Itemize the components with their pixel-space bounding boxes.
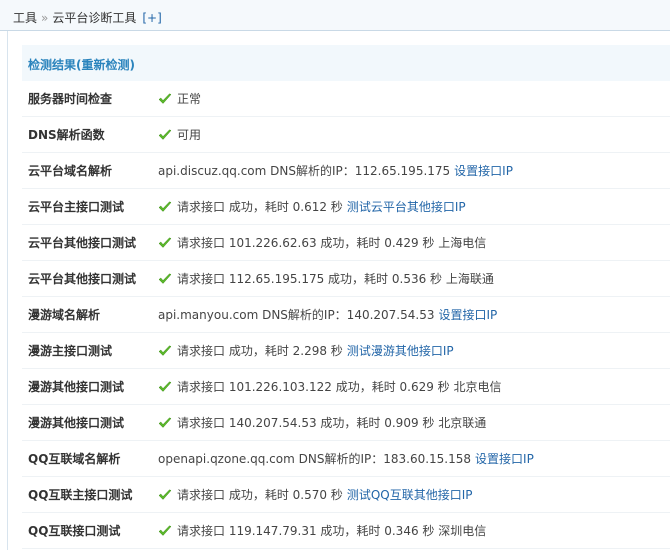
table-row: DNS解析函数 可用 [22,117,670,153]
row-result-text: 正常 [177,92,202,106]
row-label: 漫游主接口测试 [28,344,113,358]
table-row: QQ互联域名解析 openapi.qzone.qq.com DNS解析的IP：18… [22,441,670,477]
table-row: 云平台其他接口测试 请求接口 101.226.62.63 成功，耗时 0.429 … [22,225,670,261]
row-label: 服务器时间检查 [28,92,113,106]
check-icon [158,128,172,141]
check-icon [158,524,172,537]
row-label: QQ互联接口测试 [28,524,121,538]
table-row: 云平台其他接口测试 请求接口 112.65.195.175 成功，耗时 0.536… [22,261,670,297]
row-value: 请求接口 101.226.62.63 成功，耗时 0.429 秒 上海电信 [152,234,486,251]
row-label: 漫游域名解析 [28,308,101,322]
check-icon [158,488,172,501]
row-result-text: 请求接口 112.65.195.175 成功，耗时 0.536 秒 上海联通 [177,272,494,286]
breadcrumb-separator: » [41,11,49,25]
check-icon [158,92,172,105]
row-action-link[interactable]: 设置接口IP [454,162,513,179]
panel-title[interactable]: 检测结果(重新检测) [22,45,670,81]
row-result-text: 请求接口 成功，耗时 0.570 秒 [177,488,343,502]
check-icon [158,344,172,357]
row-action-link[interactable]: 测试漫游其他接口IP [347,342,454,359]
row-value: api.manyou.com DNS解析的IP：140.207.54.53 设置接… [152,306,497,323]
row-value: 请求接口 112.65.195.175 成功，耗时 0.536 秒 上海联通 [152,270,494,287]
row-value: 请求接口 140.207.54.53 成功，耗时 0.909 秒 北京联通 [152,414,486,431]
row-label: 漫游其他接口测试 [28,416,125,430]
table-row: 漫游其他接口测试 请求接口 101.226.103.122 成功，耗时 0.629… [22,369,670,405]
row-value: openapi.qzone.qq.com DNS解析的IP：183.60.15.… [152,450,534,467]
row-value: api.discuz.qq.com DNS解析的IP：112.65.195.17… [152,162,513,179]
results-panel: 检测结果(重新检测) 服务器时间检查 正常 DNS解析函数 可用云平台域名解析 api.… [22,45,670,549]
row-result-text: 可用 [177,128,202,142]
check-icon [158,272,172,285]
row-value: 请求接口 成功，耗时 0.570 秒测试QQ互联其他接口IP [152,486,472,503]
breadcrumb-root[interactable]: 工具 [13,11,37,25]
row-value: 请求接口 119.147.79.31 成功，耗时 0.346 秒 深圳电信 [152,522,486,539]
row-label: 漫游其他接口测试 [28,380,125,394]
row-label: 云平台其他接口测试 [28,272,137,286]
divider [7,31,8,550]
row-action-link[interactable]: 设置接口IP [438,306,497,323]
row-result-text: 请求接口 140.207.54.53 成功，耗时 0.909 秒 北京联通 [177,416,487,430]
row-value: 请求接口 成功，耗时 2.298 秒测试漫游其他接口IP [152,342,454,359]
row-value: 可用 [152,126,201,143]
row-result-text: 请求接口 101.226.62.63 成功，耗时 0.429 秒 上海电信 [177,236,487,250]
check-icon [158,416,172,429]
row-result-text: 请求接口 101.226.103.122 成功，耗时 0.629 秒 北京电信 [177,380,502,394]
table-row: QQ互联主接口测试 请求接口 成功，耗时 0.570 秒测试QQ互联其他接口IP [22,477,670,513]
add-shortcut-button[interactable]: [+] [142,11,161,25]
table-row: 云平台主接口测试 请求接口 成功，耗时 0.612 秒测试云平台其他接口IP [22,189,670,225]
row-label: 云平台域名解析 [28,164,113,178]
row-label: QQ互联域名解析 [28,452,121,466]
row-result-text: 请求接口 119.147.79.31 成功，耗时 0.346 秒 深圳电信 [177,524,487,538]
row-label: DNS解析函数 [28,128,105,142]
row-result-text: openapi.qzone.qq.com DNS解析的IP：183.60.15.… [158,452,472,466]
check-icon [158,380,172,393]
row-value: 请求接口 101.226.103.122 成功，耗时 0.629 秒 北京电信 [152,378,502,395]
table-row: QQ互联接口测试 请求接口 119.147.79.31 成功，耗时 0.346 秒… [22,513,670,549]
row-action-link[interactable]: 测试QQ互联其他接口IP [347,486,473,503]
row-action-link[interactable]: 设置接口IP [475,450,534,467]
row-result-text: 请求接口 成功，耗时 0.612 秒 [177,200,343,214]
row-label: QQ互联主接口测试 [28,488,133,502]
table-row: 漫游主接口测试 请求接口 成功，耗时 2.298 秒测试漫游其他接口IP [22,333,670,369]
row-label: 云平台其他接口测试 [28,236,137,250]
table-row: 漫游域名解析 api.manyou.com DNS解析的IP：140.207.54… [22,297,670,333]
breadcrumb-current: 云平台诊断工具 [52,11,137,25]
row-action-link[interactable]: 测试云平台其他接口IP [347,198,466,215]
row-result-text: api.manyou.com DNS解析的IP：140.207.54.53 [158,308,435,322]
row-value: 请求接口 成功，耗时 0.612 秒测试云平台其他接口IP [152,198,466,215]
row-label: 云平台主接口测试 [28,200,125,214]
table-row: 服务器时间检查 正常 [22,81,670,117]
row-result-text: api.discuz.qq.com DNS解析的IP：112.65.195.17… [158,164,451,178]
table-row: 漫游其他接口测试 请求接口 140.207.54.53 成功，耗时 0.909 秒… [22,405,670,441]
row-value: 正常 [152,90,201,107]
row-result-text: 请求接口 成功，耗时 2.298 秒 [177,344,343,358]
check-icon [158,236,172,249]
breadcrumb: 工具 » 云平台诊断工具 [+] [0,0,670,31]
check-icon [158,200,172,213]
table-row: 云平台域名解析 api.discuz.qq.com DNS解析的IP：112.65… [22,153,670,189]
